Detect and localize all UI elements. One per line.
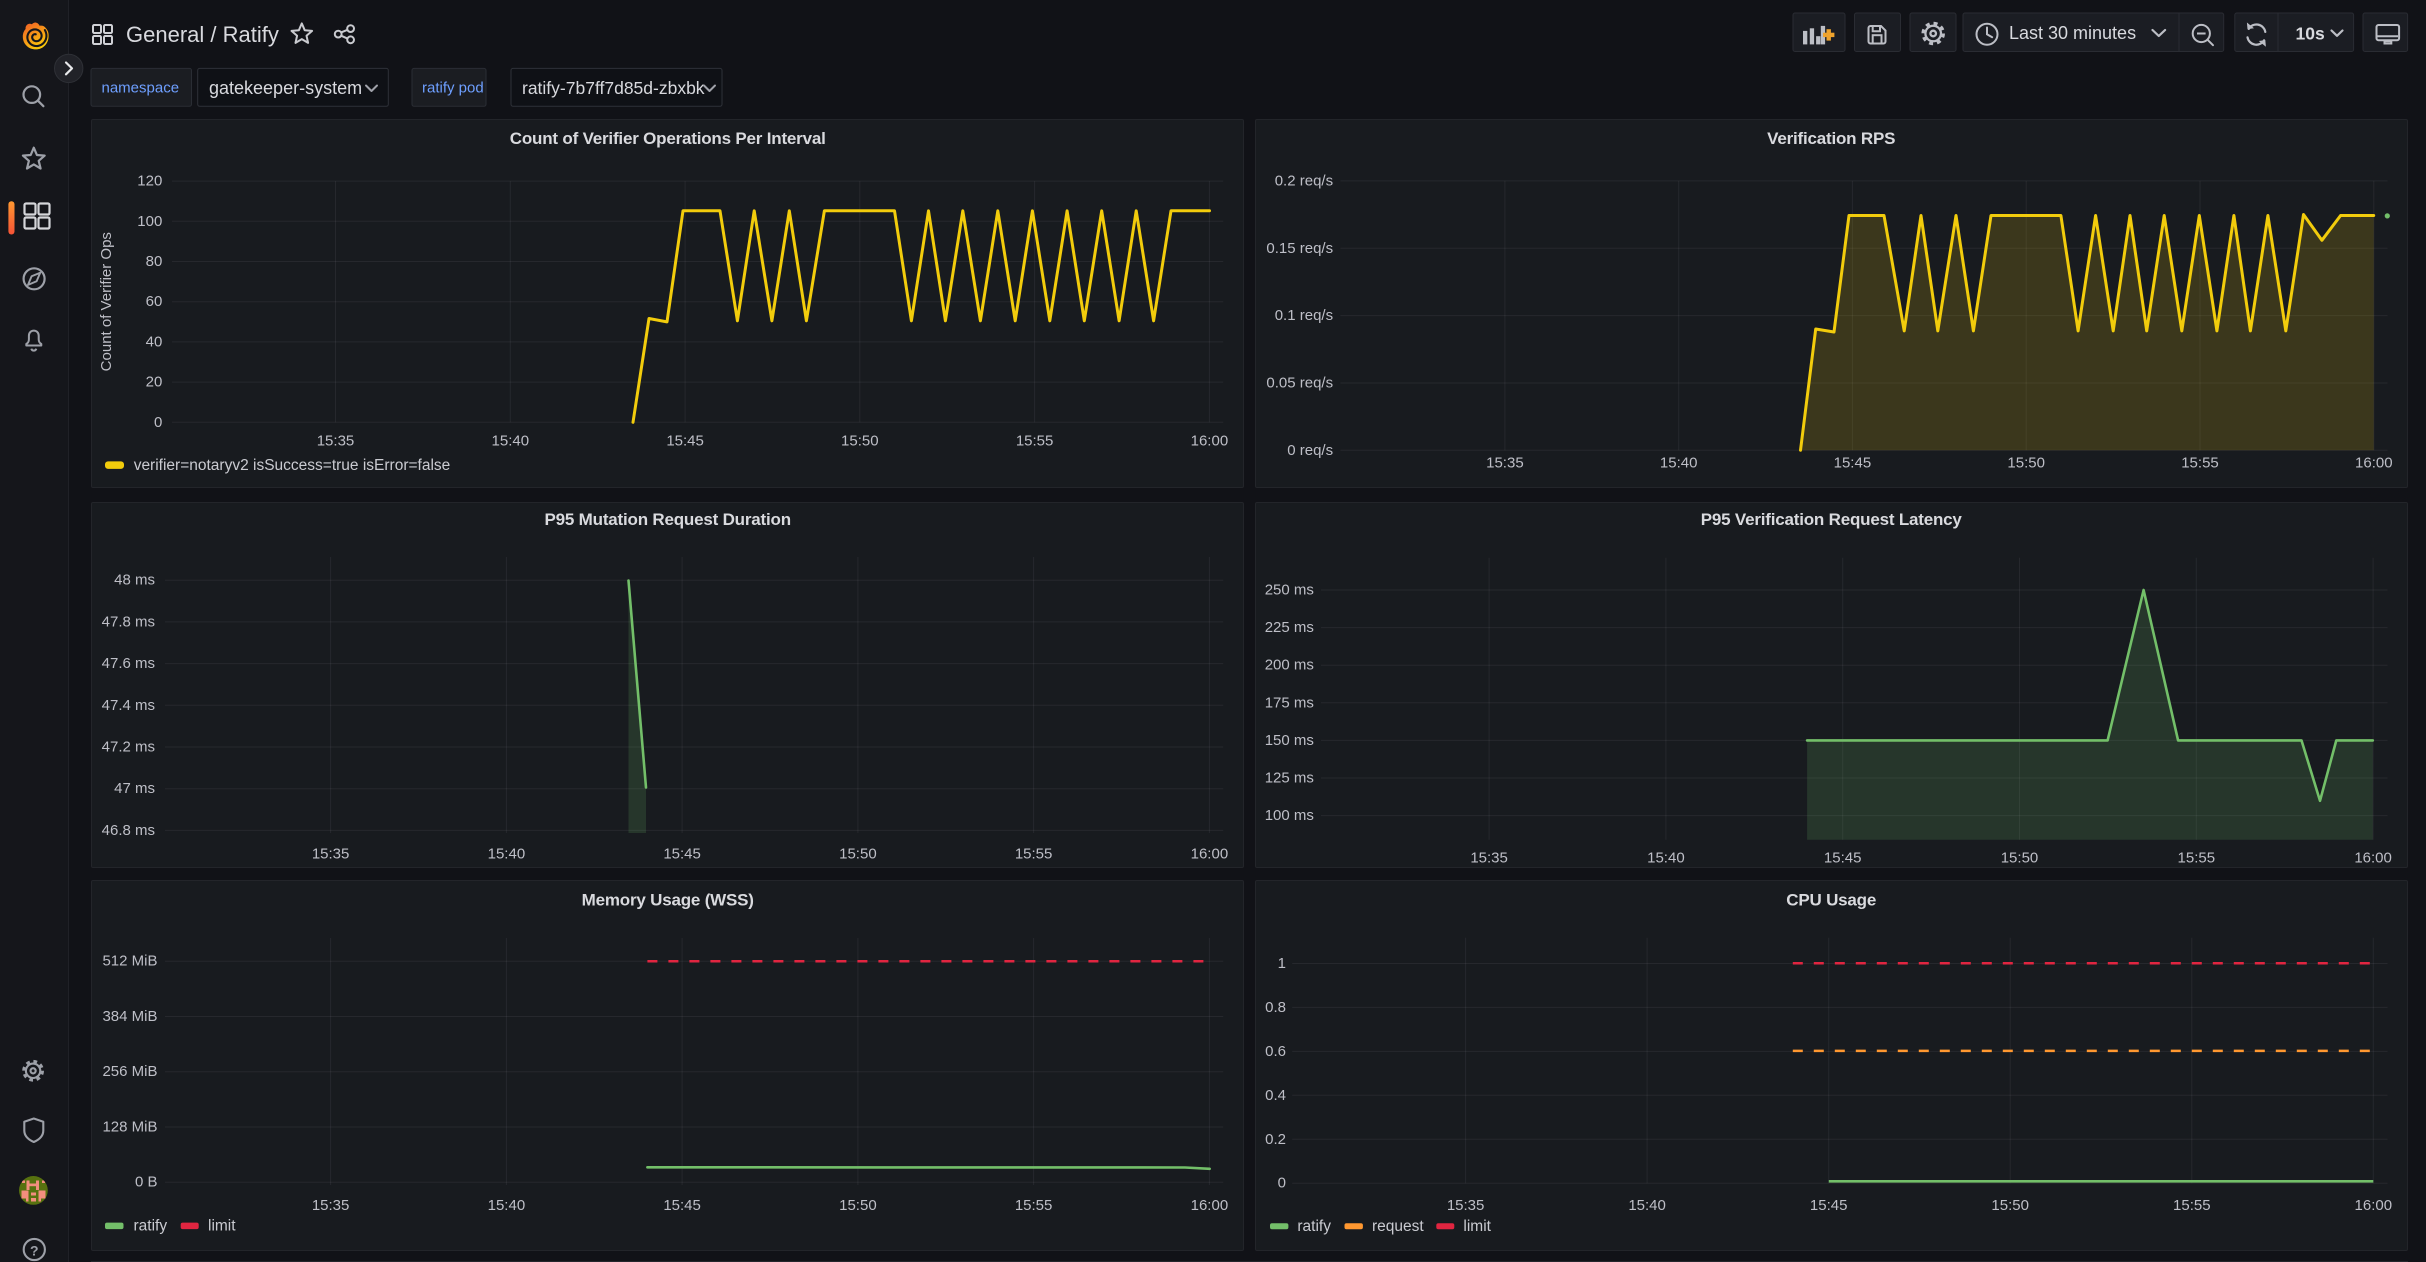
svg-text:ratify-7b7ff7d85d-zbxbk: ratify-7b7ff7d85d-zbxbk bbox=[522, 78, 705, 98]
svg-text:General / Ratify: General / Ratify bbox=[126, 22, 279, 47]
svg-text:namespace: namespace bbox=[102, 80, 180, 97]
svg-text:?: ? bbox=[30, 1243, 39, 1259]
svg-text:gatekeeper-system: gatekeeper-system bbox=[209, 78, 362, 98]
svg-text:10s: 10s bbox=[2296, 24, 2325, 44]
svg-text:Last 30 minutes: Last 30 minutes bbox=[2009, 23, 2136, 43]
svg-text:ratify pod: ratify pod bbox=[422, 80, 484, 97]
